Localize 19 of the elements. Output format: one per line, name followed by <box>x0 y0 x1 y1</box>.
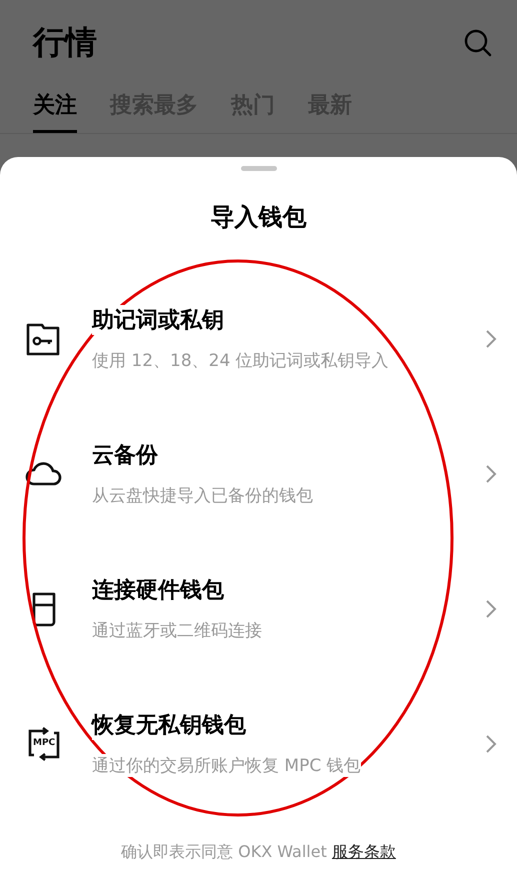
option-title: 助记词或私钥 <box>92 305 224 335</box>
chevron-right-icon <box>485 464 497 484</box>
page-title: 行情 <box>33 22 97 63</box>
option-description: 使用 12、18、24 位助记词或私钥导入 <box>92 349 389 372</box>
import-option[interactable]: 云备份 从云盘快捷导入已备份的钱包 <box>0 406 517 541</box>
search-icon[interactable] <box>463 28 493 58</box>
chevron-right-icon <box>485 328 497 348</box>
chevron-right-icon <box>485 734 497 754</box>
drag-handle[interactable] <box>240 166 276 171</box>
terms-link[interactable]: 服务条款 <box>332 842 396 861</box>
import-option[interactable]: MPC 恢复无私钥钱包 通过你的交易所账户恢复 MPC 钱包 <box>0 676 517 811</box>
sheet-title: 导入钱包 <box>210 202 306 233</box>
terms-notice: 确认即表示同意 OKX Wallet 服务条款 <box>121 842 396 863</box>
chevron-right-icon <box>485 598 497 618</box>
option-description: 通过你的交易所账户恢复 MPC 钱包 <box>92 754 361 777</box>
option-description: 从云盘快捷导入已备份的钱包 <box>92 484 313 507</box>
import-option[interactable]: 助记词或私钥 使用 12、18、24 位助记词或私钥导入 <box>0 271 517 406</box>
tab[interactable]: 关注 <box>33 90 77 133</box>
import-option[interactable]: 连接硬件钱包 通过蓝牙或二维码连接 <box>0 541 517 676</box>
